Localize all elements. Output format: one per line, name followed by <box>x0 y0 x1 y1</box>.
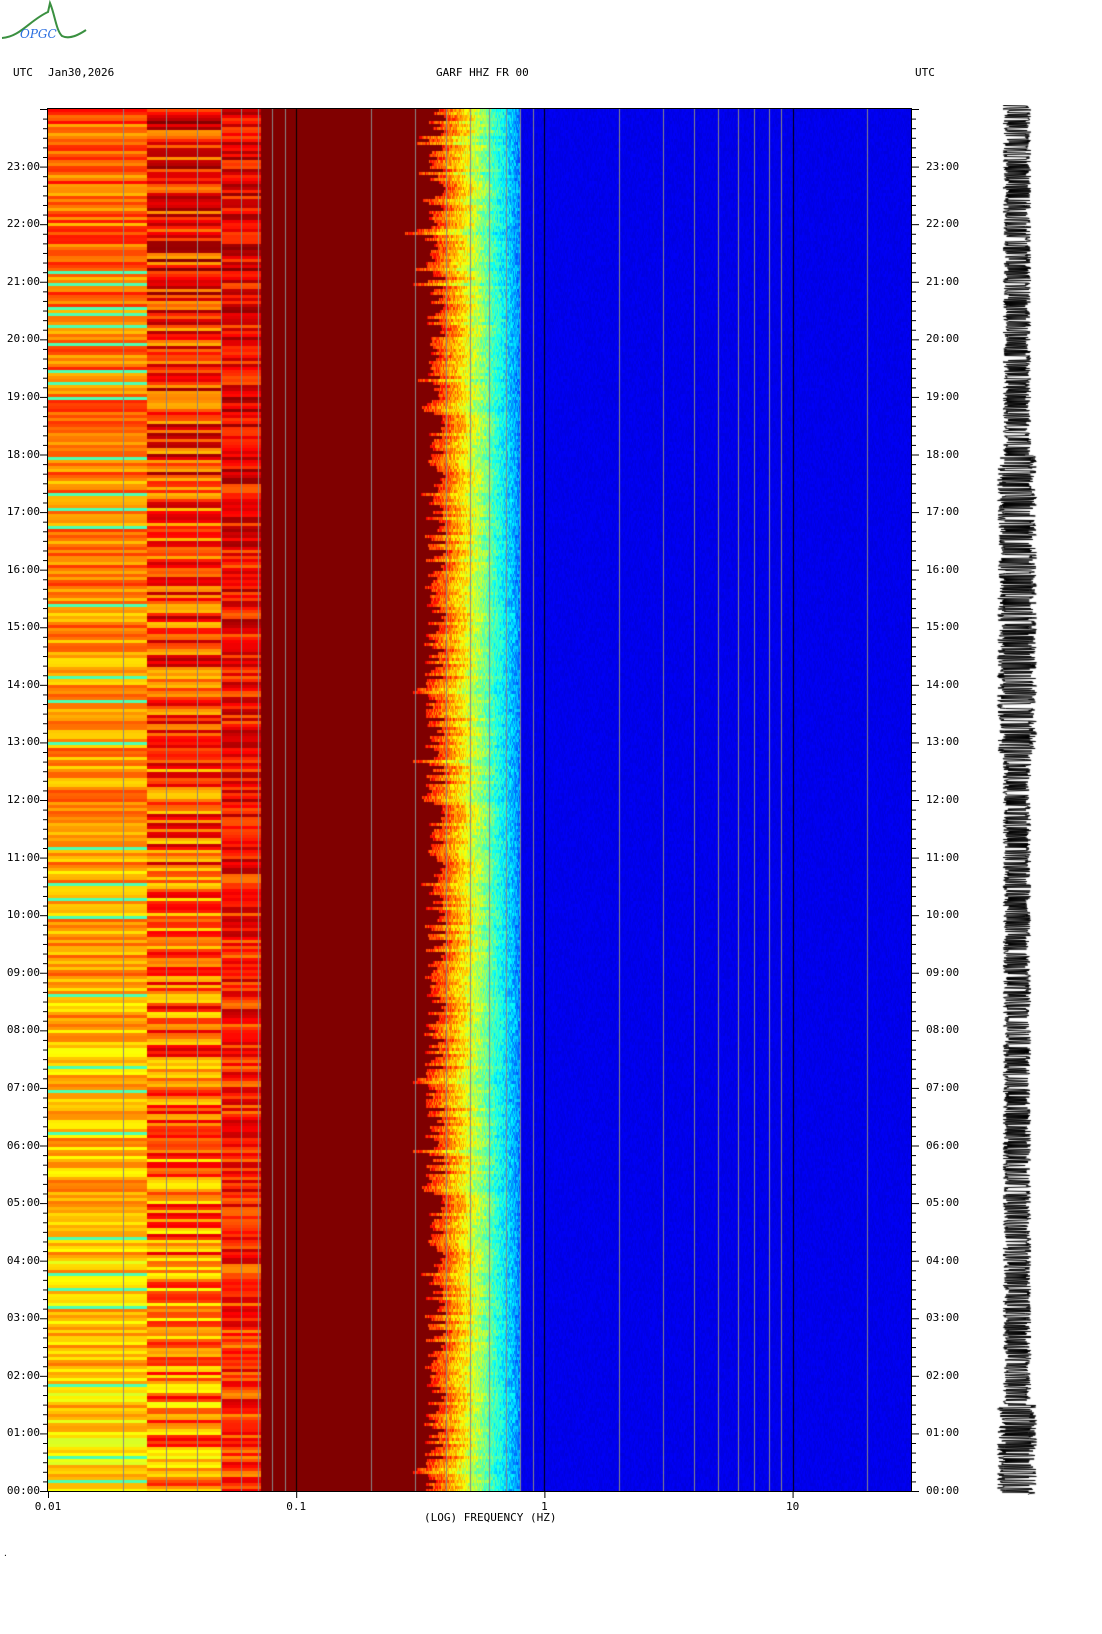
y-tick-label-right: 20:00 <box>926 332 960 346</box>
y-tick-label-right: 13:00 <box>926 735 960 749</box>
y-tick-label-left: 22:00 <box>6 217 40 231</box>
y-tick-label-right: 18:00 <box>926 447 960 461</box>
y-tick-label-left: 16:00 <box>6 562 40 576</box>
y-tick-label-right: 17:00 <box>926 505 960 519</box>
y-tick-label-right: 10:00 <box>926 908 960 922</box>
y-tick-label-left: 01:00 <box>6 1426 40 1440</box>
y-tick-label-left: 21:00 <box>6 274 40 288</box>
x-tick-label: 0.01 <box>34 1500 62 1513</box>
y-tick-label-right: 19:00 <box>926 389 960 403</box>
y-tick-label-right: 21:00 <box>926 274 960 288</box>
y-tick-label-left: 19:00 <box>6 389 40 403</box>
y-tick-label-left: 02:00 <box>6 1368 40 1382</box>
y-tick-label-left: 09:00 <box>6 965 40 979</box>
y-tick-label-left: 03:00 <box>6 1311 40 1325</box>
x-tick-label: 0.1 <box>286 1500 307 1513</box>
y-tick-label-left: 04:00 <box>6 1253 40 1267</box>
y-tick-label-right: 23:00 <box>926 159 960 173</box>
y-tick-label-left: 18:00 <box>6 447 40 461</box>
y-tick-label-right: 22:00 <box>926 217 960 231</box>
y-tick-label-left: 08:00 <box>6 1023 40 1037</box>
y-tick-label-left: 23:00 <box>6 159 40 173</box>
y-tick-label-left: 14:00 <box>6 677 40 691</box>
y-tick-label-left: 13:00 <box>6 735 40 749</box>
seismogram-trace <box>990 105 1045 1495</box>
y-tick-label-right: 08:00 <box>926 1023 960 1037</box>
y-tick-label-right: 16:00 <box>926 562 960 576</box>
y-tick-label-left: 20:00 <box>6 332 40 346</box>
y-tick-label-right: 11:00 <box>926 850 960 864</box>
y-tick-label-left: 06:00 <box>6 1138 40 1152</box>
y-tick-label-right: 01:00 <box>926 1426 960 1440</box>
y-tick-label-right: 12:00 <box>926 793 960 806</box>
y-tick-label-right: 06:00 <box>926 1138 960 1152</box>
y-tick-label-right: 03:00 <box>926 1311 960 1325</box>
y-tick-label-left: 05:00 <box>6 1196 40 1210</box>
y-tick-label-left: 07:00 <box>6 1080 40 1094</box>
y-tick-label-right: 07:00 <box>926 1080 960 1094</box>
y-tick-label-right: 00:00 <box>926 1484 960 1497</box>
spectrogram-axes <box>40 108 919 1498</box>
y-tick-label-left: 00:00 <box>6 1484 40 1497</box>
y-tick-label-right: 15:00 <box>926 620 960 634</box>
x-axis-title: (LOG) FREQUENCY (HZ) <box>424 1511 557 1524</box>
y-tick-label-left: 17:00 <box>6 505 40 519</box>
x-tick-label: 10 <box>785 1500 800 1513</box>
y-tick-label-right: 14:00 <box>926 677 960 691</box>
y-tick-label-left: 15:00 <box>6 620 40 634</box>
y-tick-label-right: 04:00 <box>926 1253 960 1267</box>
y-tick-label-left: 11:00 <box>6 850 40 864</box>
y-tick-label-left: 10:00 <box>6 908 40 922</box>
plot-frame <box>47 108 912 1492</box>
y-tick-label-right: 02:00 <box>926 1368 960 1382</box>
y-tick-label-right: 09:00 <box>926 965 960 979</box>
footer-mark: · <box>3 1551 8 1560</box>
y-tick-label-left: 12:00 <box>6 793 40 806</box>
y-tick-label-right: 05:00 <box>926 1196 960 1210</box>
